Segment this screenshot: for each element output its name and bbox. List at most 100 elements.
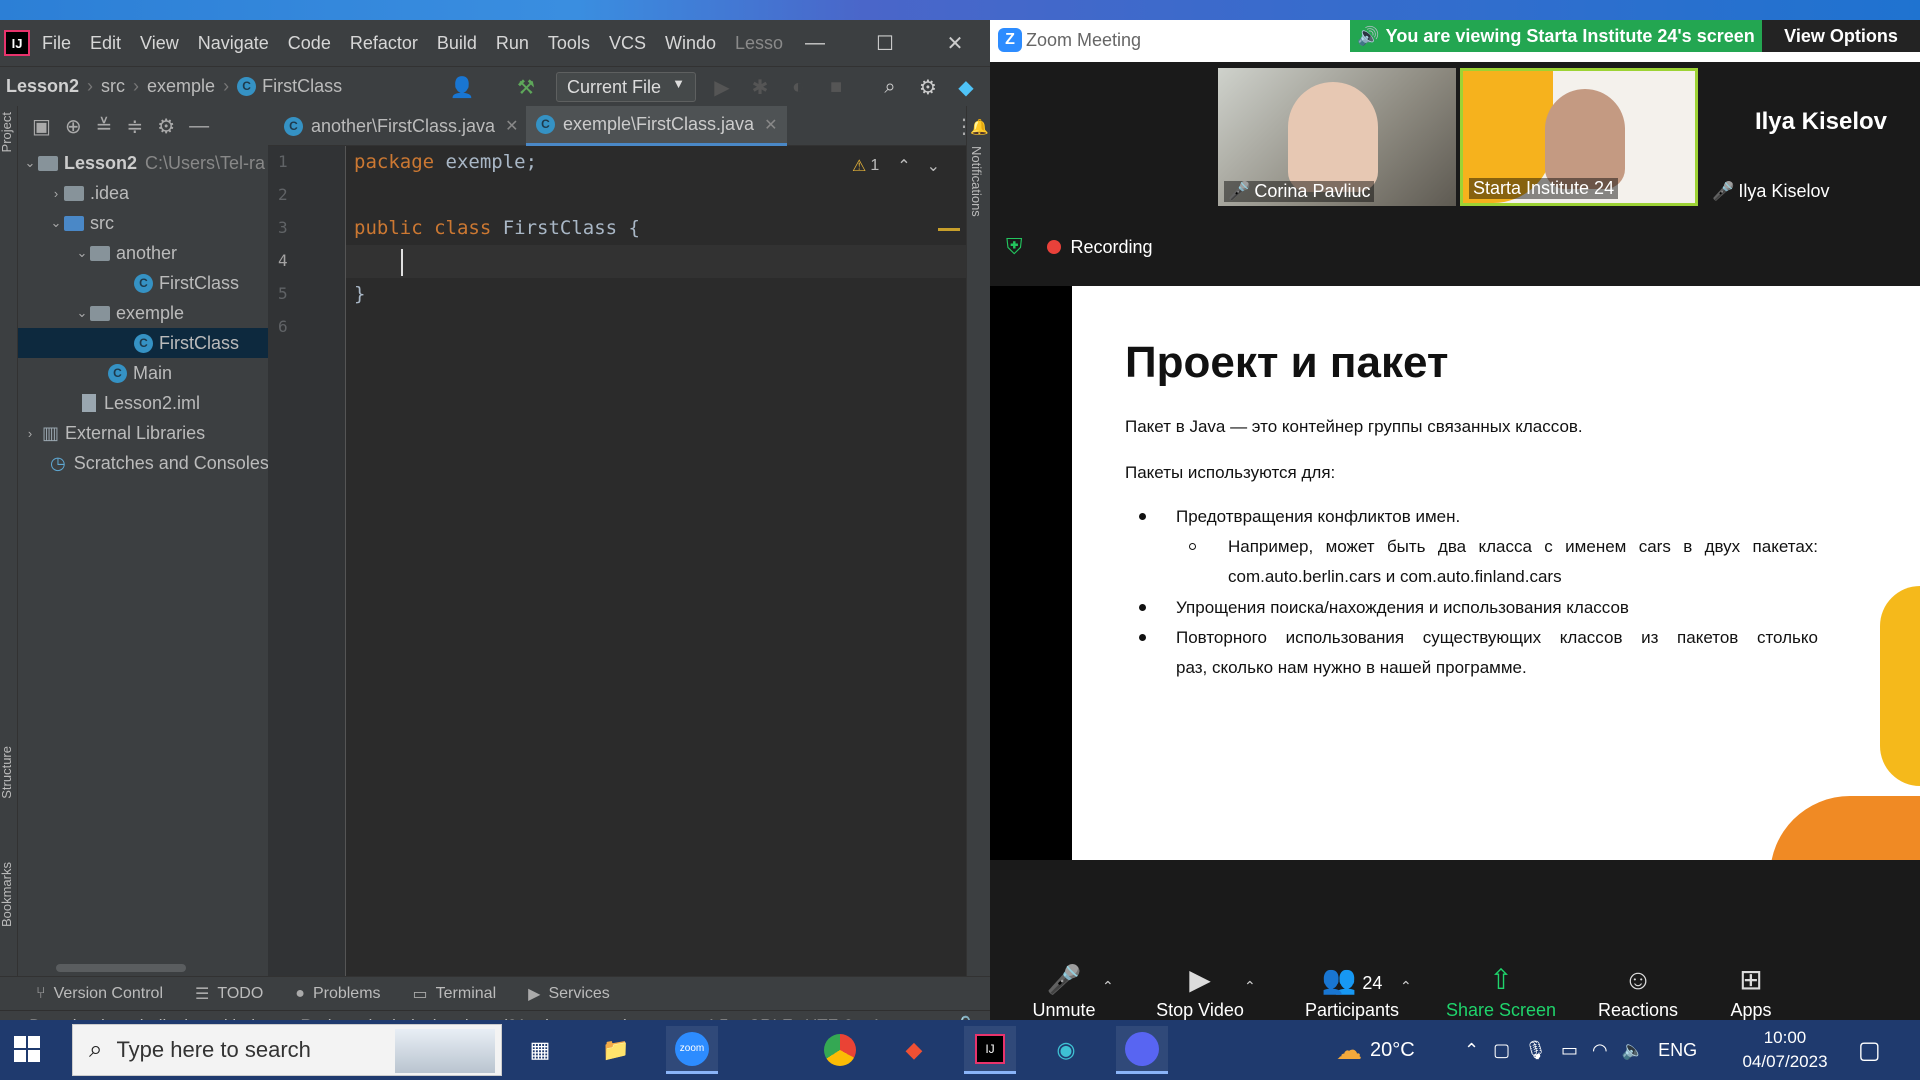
participants-caret-icon[interactable]: ⌃ [1400, 978, 1412, 995]
minimize-icon[interactable]: — [780, 20, 850, 66]
project-view-icon[interactable]: ▣ [32, 114, 51, 139]
menu-code[interactable]: Code [288, 33, 331, 54]
menu-navigate[interactable]: Navigate [198, 33, 269, 54]
menu-view[interactable]: View [140, 33, 179, 54]
close-icon[interactable]: ✕ [920, 20, 990, 66]
wifi-icon[interactable]: ◠ [1592, 1040, 1608, 1061]
chevron-down-icon[interactable]: ⌄ [74, 305, 90, 321]
menu-refactor[interactable]: Refactor [350, 33, 418, 54]
tab-exemple-firstclass[interactable]: C exemple\FirstClass.java ✕ [526, 106, 788, 146]
hide-panel-icon[interactable]: — [189, 115, 209, 138]
locate-icon[interactable]: ⊕ [65, 114, 82, 139]
tree-item-exemple-firstclass[interactable]: C FirstClass [18, 328, 268, 358]
maximize-icon[interactable]: ☐ [850, 20, 920, 66]
settings-gear-icon[interactable]: ⚙ [916, 75, 940, 99]
stop-icon[interactable]: ■ [824, 75, 848, 99]
coverage-icon[interactable]: ◐ [786, 75, 810, 99]
notification-center-icon[interactable]: ▢ [1858, 1020, 1881, 1080]
edge-icon[interactable]: ◉ [1040, 1026, 1092, 1074]
tree-item-main[interactable]: C Main [18, 358, 268, 388]
warning-stripe-mark[interactable] [938, 228, 960, 231]
video-options-caret-icon[interactable]: ⌃ [1244, 978, 1256, 995]
volume-icon[interactable]: 🔈 [1622, 1040, 1644, 1061]
collapse-all-icon[interactable]: ≑ [126, 114, 143, 139]
breadcrumb-class[interactable]: FirstClass [262, 76, 342, 97]
discord-icon[interactable] [1116, 1026, 1168, 1074]
prev-highlight-icon[interactable]: ⌃ [897, 156, 910, 176]
run-icon[interactable]: ▶ [710, 75, 734, 99]
notifications-tool-label[interactable]: Notifications [969, 146, 984, 217]
tree-item-scratches[interactable]: ◷ Scratches and Consoles [18, 448, 269, 478]
user-icon[interactable]: 👤 [450, 75, 475, 99]
bookmarks-tool-label[interactable]: Bookmarks [0, 862, 14, 927]
gear-icon[interactable]: ⚙ [157, 114, 175, 139]
menu-tools[interactable]: Tools [548, 33, 590, 54]
tab-another-firstclass[interactable]: C another\FirstClass.java ✕ [274, 106, 528, 146]
structure-tool-label[interactable]: Structure [0, 746, 14, 799]
tool-problems[interactable]: ● Problems [295, 985, 380, 1003]
tree-item-exemple[interactable]: ⌄ exemple [18, 298, 268, 328]
microphone-icon[interactable]: 🎙 [1524, 1040, 1547, 1061]
tree-item-src[interactable]: ⌄ src [18, 208, 268, 238]
intellij-app-icon[interactable]: IJ [964, 1026, 1016, 1074]
bell-icon[interactable]: 🔔 [970, 118, 989, 136]
expand-all-icon[interactable]: ≚ [96, 114, 113, 139]
debug-icon[interactable]: ✱ [748, 75, 772, 99]
taskbar-search-box[interactable]: ⌕ Type here to search [72, 1024, 502, 1076]
build-hammer-icon[interactable]: ⚒ [514, 75, 538, 99]
chevron-right-icon[interactable]: › [22, 426, 38, 441]
tool-version-control[interactable]: ⑂ Version Control [36, 985, 163, 1003]
next-highlight-icon[interactable]: ⌄ [927, 156, 940, 176]
tree-item-root[interactable]: ⌄ Lesson2 C:\Users\Tel-ra [18, 148, 268, 178]
code-with-me-icon[interactable]: ◆ [954, 75, 978, 99]
inspection-widget[interactable]: ⚠ 1 ⌃ ⌄ [852, 156, 940, 176]
encryption-shield-icon[interactable]: ⛨ [1006, 234, 1023, 260]
video-tile-ilya[interactable]: Ilya Kiselov 🎤 Ilya Kiselov [1702, 68, 1920, 206]
task-view-icon[interactable]: ▦ [514, 1026, 566, 1074]
breadcrumb-src[interactable]: src [101, 76, 125, 97]
menu-build[interactable]: Build [437, 33, 477, 54]
breadcrumb-project[interactable]: Lesson2 [6, 76, 79, 97]
menu-run[interactable]: Run [496, 33, 529, 54]
meet-now-icon[interactable]: ▢ [1493, 1040, 1510, 1061]
menu-file[interactable]: File [42, 33, 71, 54]
menu-window[interactable]: Windo [665, 33, 716, 54]
file-explorer-icon[interactable]: 📁 [590, 1026, 642, 1074]
language-indicator[interactable]: ENG [1658, 1040, 1697, 1061]
chevron-right-icon[interactable]: › [48, 186, 64, 201]
clock[interactable]: 10:00 04/07/2023 [1730, 1026, 1840, 1074]
chevron-down-icon[interactable]: ⌄ [22, 155, 38, 171]
show-hidden-icons-icon[interactable]: ⌃ [1464, 1040, 1479, 1061]
chevron-down-icon[interactable]: ⌄ [74, 245, 90, 261]
tree-item-another[interactable]: ⌄ another [18, 238, 268, 268]
search-icon[interactable]: ⌕ [878, 75, 902, 99]
breadcrumb-package[interactable]: exemple [147, 76, 215, 97]
menu-edit[interactable]: Edit [90, 33, 121, 54]
tool-todo[interactable]: ☰ TODO [195, 984, 263, 1004]
tool-services[interactable]: ▶ Services [528, 984, 610, 1004]
tool-terminal[interactable]: ▭ Terminal [413, 984, 497, 1004]
close-tab-icon[interactable]: ✕ [764, 115, 777, 135]
horizontal-scrollbar[interactable] [56, 964, 186, 972]
code-editor[interactable]: package exemple; public class FirstClass… [346, 146, 966, 976]
video-tile-corina[interactable]: 🎤 Corina Pavliuc [1218, 68, 1456, 206]
run-config-select[interactable]: Current File ▼ [556, 72, 696, 102]
tree-item-another-firstclass[interactable]: C FirstClass [18, 268, 268, 298]
battery-icon[interactable]: ▭ [1561, 1040, 1578, 1061]
menu-vcs[interactable]: VCS [609, 33, 646, 54]
tree-item-iml[interactable]: Lesson2.iml [18, 388, 268, 418]
close-tab-icon[interactable]: ✕ [505, 116, 518, 136]
view-options-button[interactable]: View Options [1762, 20, 1920, 52]
recording-label[interactable]: Recording [1071, 237, 1153, 258]
tree-item-idea[interactable]: › .idea [18, 178, 268, 208]
zoom-app-icon[interactable]: zoom [666, 1026, 718, 1074]
tree-item-external-libraries[interactable]: › ▥ External Libraries [18, 418, 268, 448]
audio-options-caret-icon[interactable]: ⌃ [1102, 978, 1114, 995]
project-tool-label[interactable]: Project [0, 112, 14, 152]
chrome-icon[interactable] [814, 1026, 866, 1074]
windows-start-icon[interactable] [14, 1036, 40, 1062]
weather-widget[interactable]: ☁ 20°C [1336, 1020, 1415, 1080]
git-app-icon[interactable]: ◆ [888, 1026, 940, 1074]
intellij-logo-icon[interactable]: IJ [4, 30, 30, 56]
video-tile-starta[interactable]: Starta Institute 24 [1460, 68, 1698, 206]
